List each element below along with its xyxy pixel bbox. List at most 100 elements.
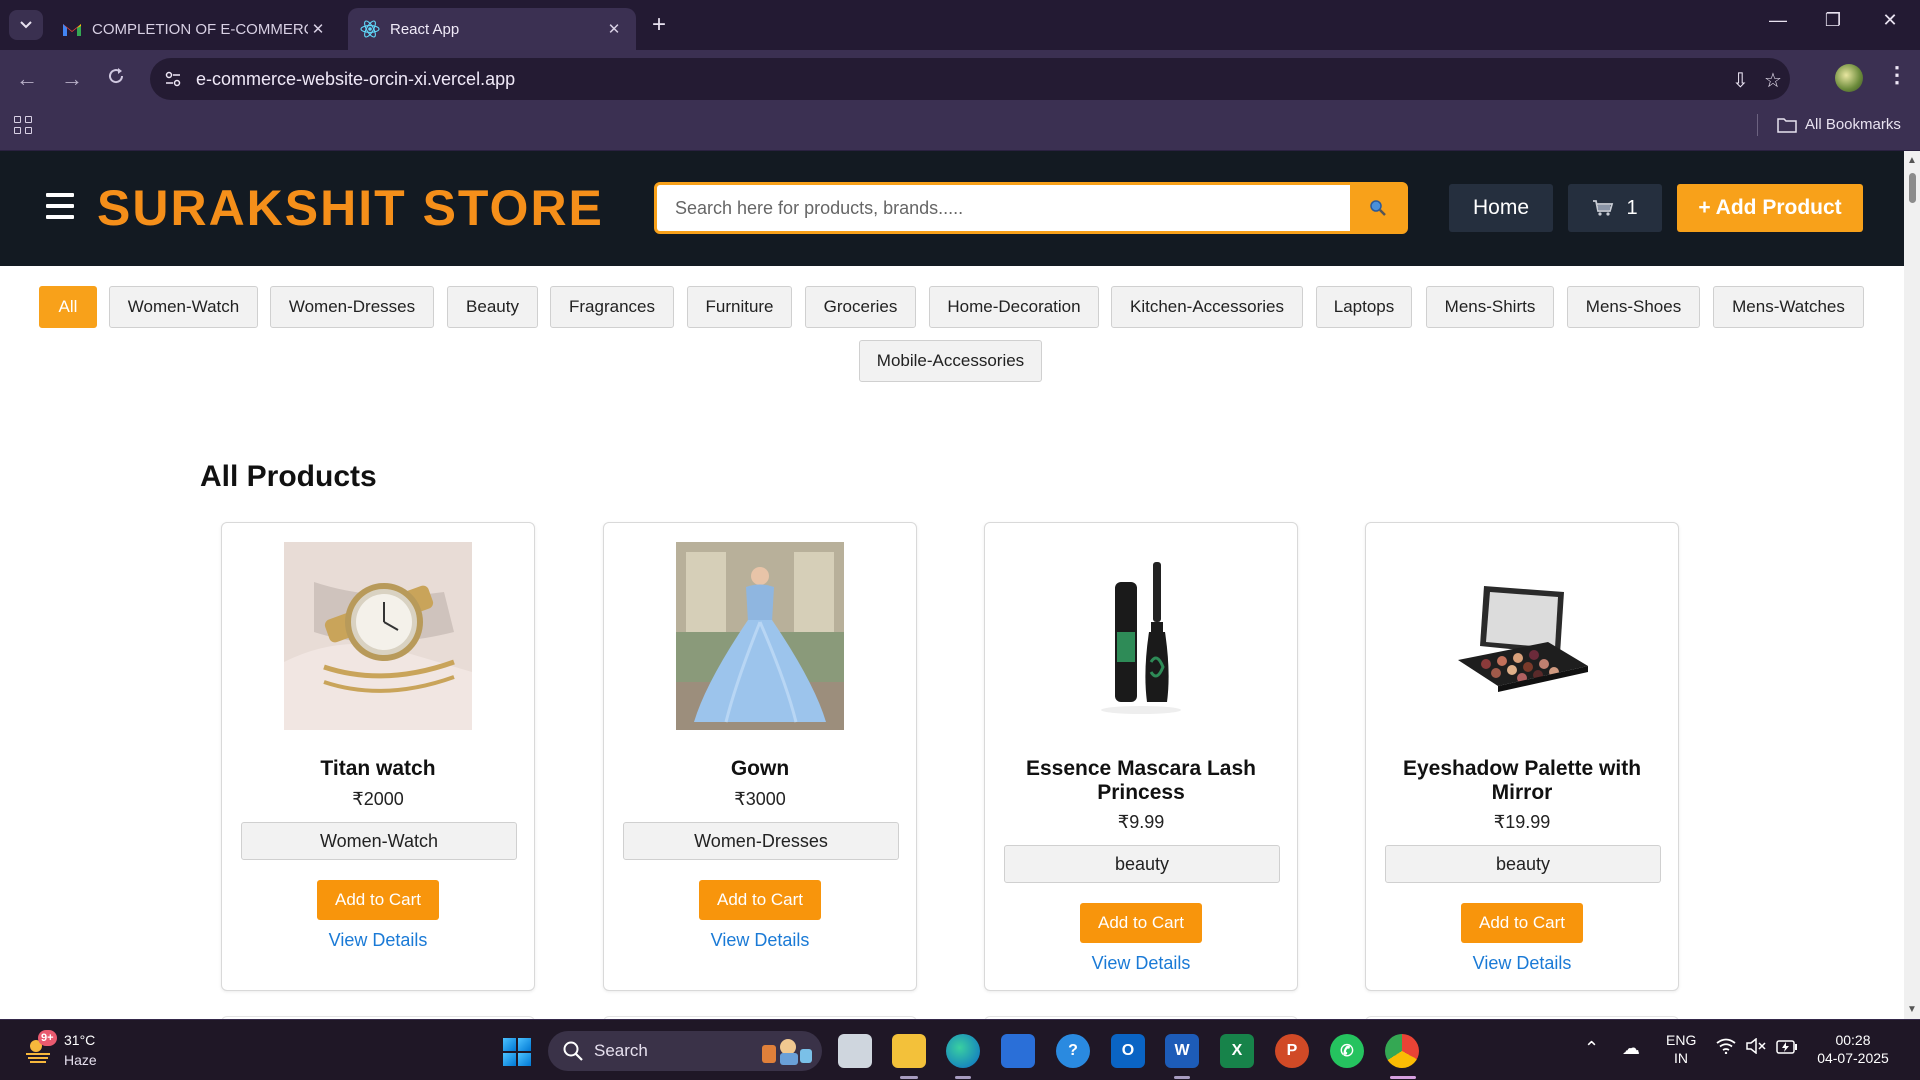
profile-avatar[interactable] [1835, 64, 1863, 92]
category-mens-shoes[interactable]: Mens-Shoes [1567, 286, 1700, 328]
browser-toolbar: ← → e-commerce-website-orcin-xi.vercel.a… [0, 50, 1920, 108]
tab-search-button[interactable] [9, 10, 43, 40]
category-furniture[interactable]: Furniture [687, 286, 792, 328]
site-settings-icon[interactable] [164, 70, 182, 88]
product-image[interactable] [676, 542, 844, 730]
minimize-icon[interactable]: — [1758, 10, 1798, 31]
apps-grid-icon[interactable] [14, 116, 32, 134]
store-logo[interactable]: SURAKSHIT STORE [97, 179, 604, 237]
whatsapp-icon[interactable]: ✆ [1330, 1034, 1364, 1068]
tab-gmail[interactable]: COMPLETION OF E-COMMERCE ✕ [50, 8, 340, 50]
category-mens-shirts[interactable]: Mens-Shirts [1426, 286, 1554, 328]
close-icon[interactable]: ✕ [308, 20, 328, 38]
scrollbar-thumb[interactable] [1909, 173, 1916, 203]
battery-charging-icon[interactable] [1776, 1038, 1798, 1059]
add-product-button[interactable]: + Add Product [1677, 184, 1863, 232]
address-bar[interactable]: e-commerce-website-orcin-xi.vercel.app ⇩… [150, 58, 1790, 100]
weather-condition[interactable]: Haze [64, 1052, 97, 1068]
product-image[interactable] [1047, 542, 1235, 730]
taskbar-search-label: Search [594, 1041, 648, 1060]
add-to-cart-button[interactable]: Add to Cart [1461, 903, 1583, 943]
new-tab-plus-icon[interactable]: + [652, 12, 666, 38]
page-viewport: SURAKSHIT STORE Home 1 + Add Product All… [0, 151, 1904, 1019]
file-explorer-icon[interactable] [892, 1034, 926, 1068]
eyeshadow-palette-image [1428, 542, 1616, 730]
chrome-icon[interactable] [1385, 1034, 1419, 1068]
excel-icon[interactable]: X [1220, 1034, 1254, 1068]
cart-button[interactable]: 1 [1568, 184, 1662, 232]
category-groceries[interactable]: Groceries [805, 286, 916, 328]
clock-time: 00:28 [1835, 1032, 1871, 1048]
edge-browser-icon[interactable] [946, 1034, 980, 1068]
wifi-icon[interactable] [1716, 1038, 1736, 1059]
product-price: ₹2000 [352, 789, 404, 809]
forward-arrow-icon[interactable]: → [61, 66, 83, 92]
back-arrow-icon[interactable]: ← [16, 66, 38, 92]
category-mobile-accessories[interactable]: Mobile-Accessories [859, 340, 1042, 382]
bookmarks-bar [0, 108, 1920, 151]
word-icon[interactable]: W [1165, 1034, 1199, 1068]
category-fragrances[interactable]: Fragrances [550, 286, 674, 328]
search-icon [563, 1041, 583, 1061]
category-kitchen-accessories[interactable]: Kitchen-Accessories [1111, 286, 1303, 328]
url-text[interactable]: e-commerce-website-orcin-xi.vercel.app [196, 69, 515, 90]
close-icon[interactable]: ✕ [604, 20, 624, 38]
bookmarks-divider [1757, 114, 1758, 136]
scroll-down-arrow-icon[interactable]: ▼ [1907, 1004, 1917, 1015]
product-name[interactable]: Gown [614, 757, 906, 781]
restore-icon[interactable]: ❐ [1813, 10, 1853, 31]
tab-react-app[interactable]: React App ✕ [348, 8, 636, 50]
reload-icon[interactable] [106, 66, 126, 92]
mascara-image [1047, 542, 1235, 730]
all-bookmarks-button[interactable]: All Bookmarks [1777, 116, 1901, 133]
product-name[interactable]: Essence Mascara Lash Princess [995, 757, 1287, 805]
product-name[interactable]: Eyeshadow Palette with Mirror [1376, 757, 1668, 805]
search-button[interactable] [1350, 185, 1405, 231]
onedrive-cloud-icon[interactable]: ☁ [1622, 1038, 1640, 1059]
language-indicator[interactable]: ENG IN [1666, 1031, 1696, 1067]
product-name[interactable]: Titan watch [232, 757, 524, 781]
weather-temperature[interactable]: 31°C [64, 1032, 95, 1048]
product-image[interactable] [1428, 542, 1616, 730]
show-hidden-icons-chevron-icon[interactable]: ⌃ [1584, 1038, 1599, 1059]
install-app-icon[interactable]: ⇩ [1732, 68, 1749, 93]
product-card: Essence Mascara Lash Princess ₹9.99 beau… [984, 522, 1298, 991]
windows-start-icon[interactable] [503, 1038, 531, 1066]
category-all[interactable]: All [39, 286, 97, 328]
close-window-icon[interactable]: ✕ [1870, 10, 1910, 31]
product-image[interactable] [284, 542, 472, 730]
search-input[interactable] [657, 185, 1350, 231]
page-scrollbar[interactable]: ▲ ▼ [1904, 151, 1920, 1019]
taskbar-search-box[interactable]: Search [548, 1031, 822, 1071]
bookmark-star-icon[interactable]: ☆ [1764, 68, 1782, 93]
help-icon[interactable]: ? [1056, 1034, 1090, 1068]
hamburger-menu-icon[interactable] [46, 193, 74, 219]
scroll-up-arrow-icon[interactable]: ▲ [1907, 155, 1917, 166]
category-beauty[interactable]: Beauty [447, 286, 538, 328]
category-mens-watches[interactable]: Mens-Watches [1713, 286, 1864, 328]
powerpoint-icon[interactable]: P [1275, 1034, 1309, 1068]
running-indicator [900, 1076, 918, 1079]
region-code: IN [1674, 1050, 1688, 1066]
category-women-dresses[interactable]: Women-Dresses [270, 286, 434, 328]
product-category-tag: Women-Watch [241, 822, 517, 860]
add-to-cart-button[interactable]: Add to Cart [1080, 903, 1202, 943]
view-details-link[interactable]: View Details [222, 930, 534, 951]
browser-menu-icon[interactable]: ⋮ [1886, 62, 1908, 88]
speaker-muted-icon[interactable] [1746, 1037, 1766, 1059]
add-to-cart-button[interactable]: Add to Cart [699, 880, 821, 920]
react-icon [360, 20, 380, 38]
product-card: Gown ₹3000 Women-Dresses Add to Cart Vie… [603, 522, 917, 991]
category-home-decoration[interactable]: Home-Decoration [929, 286, 1099, 328]
category-women-watch[interactable]: Women-Watch [109, 286, 258, 328]
view-details-link[interactable]: View Details [604, 930, 916, 951]
home-button[interactable]: Home [1449, 184, 1553, 232]
task-view-icon[interactable] [838, 1034, 872, 1068]
category-laptops[interactable]: Laptops [1316, 286, 1412, 328]
add-to-cart-button[interactable]: Add to Cart [317, 880, 439, 920]
view-details-link[interactable]: View Details [985, 953, 1297, 974]
outlook-icon[interactable]: O [1111, 1034, 1145, 1068]
clock[interactable]: 00:28 04-07-2025 [1812, 1031, 1894, 1067]
microsoft-store-icon[interactable] [1001, 1034, 1035, 1068]
view-details-link[interactable]: View Details [1366, 953, 1678, 974]
